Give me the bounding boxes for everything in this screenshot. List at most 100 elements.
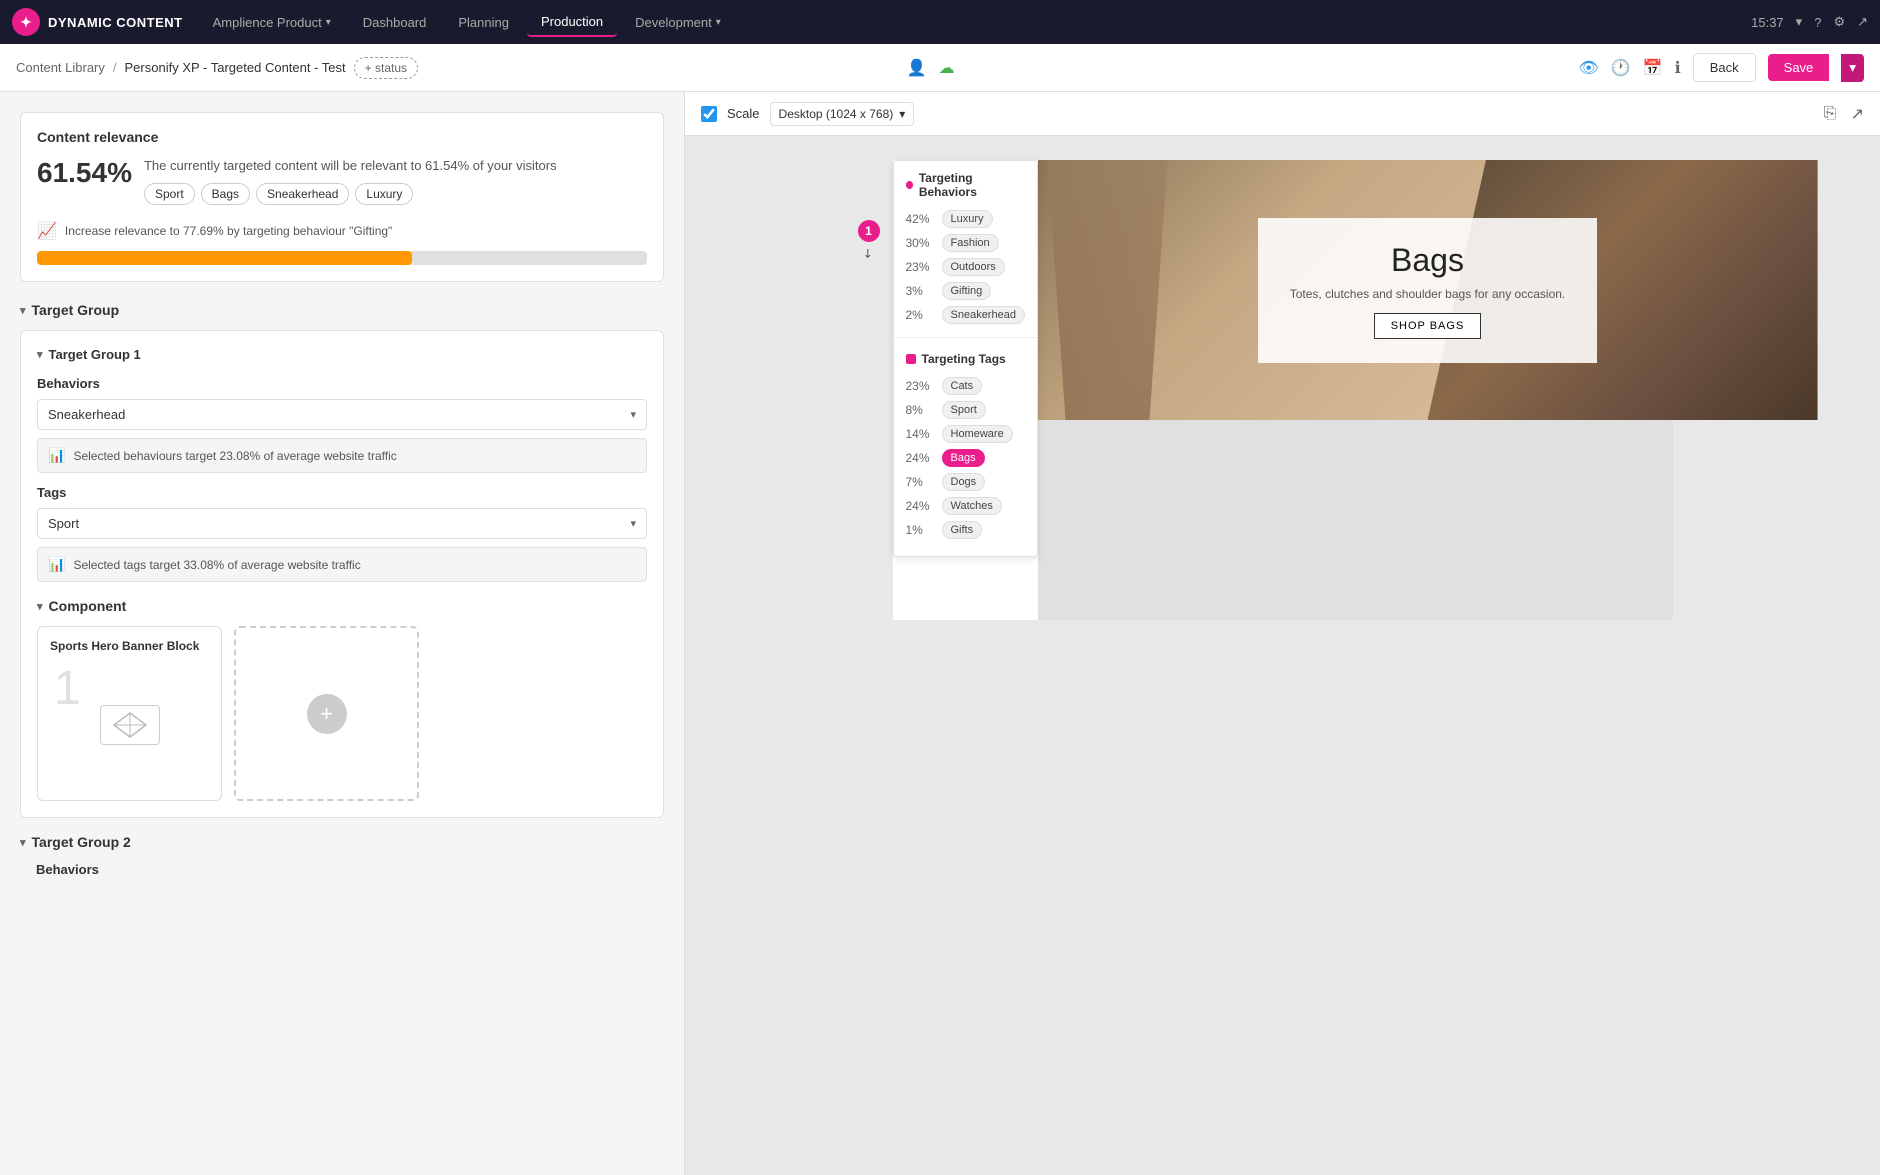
tag-row-sport: 8% Sport (906, 398, 1025, 422)
behaviors-select[interactable]: Sneakerhead ▾ (37, 399, 647, 430)
nav-development[interactable]: Development ▾ (621, 9, 735, 36)
content-relevance-card: Content relevance 61.54% The currently t… (20, 112, 664, 282)
main-layout: Content relevance 61.54% The currently t… (0, 92, 1880, 1175)
logo-area[interactable]: ✦ DYNAMIC CONTENT (12, 8, 183, 36)
target-group-1-header[interactable]: ▾ Target Group 1 (37, 347, 647, 362)
tag-sneakerhead[interactable]: Sneakerhead (256, 183, 349, 205)
target-group-2-header[interactable]: ▾ Target Group 2 (20, 834, 664, 850)
widget-divider (894, 337, 1037, 338)
target-group-2-section: ▾ Target Group 2 Behaviors (20, 834, 664, 877)
targeting-widget-panel: Targeting Behaviors 42% Luxury 30% Fashi… (893, 160, 1038, 557)
tag-bags[interactable]: Bags (201, 183, 250, 205)
component-card-sports-hero[interactable]: Sports Hero Banner Block 1 (37, 626, 222, 801)
save-button[interactable]: Save (1768, 54, 1830, 81)
nav-planning[interactable]: Planning (444, 9, 523, 36)
chevron-down-icon[interactable]: ▾ (620, 510, 646, 537)
tag-cats[interactable]: Cats (942, 377, 983, 395)
target-group-2-behaviors-label: Behaviors (20, 862, 664, 877)
add-component-card[interactable]: + (234, 626, 419, 801)
targeting-tags-title: Targeting Tags (906, 352, 1025, 366)
back-button[interactable]: Back (1693, 53, 1756, 82)
hero-content-box: Bags Totes, clutches and shoulder bags f… (1258, 218, 1598, 363)
nav-dashboard[interactable]: Dashboard (349, 9, 441, 36)
top-navigation: ✦ DYNAMIC CONTENT Amplience Product ▾ Da… (0, 0, 1880, 44)
improve-suggestion-row: 📈 Increase relevance to 77.69% by target… (37, 221, 647, 241)
tag-row-dogs: 7% Dogs (906, 470, 1025, 494)
relevance-tags: Sport Bags Sneakerhead Luxury (144, 183, 557, 205)
tags-info-box: 📊 Selected tags target 33.08% of average… (37, 547, 647, 582)
tag-homeware[interactable]: Homeware (942, 425, 1013, 443)
tag-dogs[interactable]: Dogs (942, 473, 986, 491)
relevance-description: The currently targeted content will be r… (144, 157, 557, 175)
logout-icon[interactable]: ↗ (1857, 14, 1868, 30)
tag-row-bags: 24% Bags (906, 446, 1025, 470)
chevron-down-icon: ▾ (716, 17, 721, 28)
save-dropdown-button[interactable]: ▾ (1841, 54, 1864, 82)
component-card-body: 1 (50, 661, 209, 788)
component-card-title: Sports Hero Banner Block (50, 639, 209, 653)
breadcrumb-bar: Content Library / Personify XP - Targete… (0, 44, 1880, 92)
status-badge[interactable]: + status (354, 57, 418, 79)
tag-sport[interactable]: Sport (942, 401, 986, 419)
nav-production[interactable]: Production (527, 8, 617, 37)
trending-icon: 📊 (48, 447, 65, 464)
tag-bags-active[interactable]: Bags (942, 449, 985, 467)
cloud-upload-icon[interactable]: ☁ (939, 58, 955, 78)
user-icon[interactable]: 👤 (907, 58, 927, 78)
hero-title: Bags (1290, 242, 1566, 279)
preview-area: 1 ↘ Targeting Behaviors 42% (685, 136, 1880, 1175)
plus-icon: + (307, 694, 347, 734)
copy-icon[interactable]: ⎘ (1824, 105, 1837, 123)
target-group-label: Target Group (32, 302, 120, 318)
badge-area: 1 ↘ (858, 220, 880, 260)
component-label: Component (49, 598, 127, 614)
preview-content-container: Targeting Behaviors 42% Luxury 30% Fashi… (893, 160, 1673, 620)
left-panel: Content relevance 61.54% The currently t… (0, 92, 685, 1175)
relevance-percent: 61.54% (37, 157, 132, 189)
behaviors-info-text: Selected behaviours target 23.08% of ave… (73, 449, 396, 463)
preview-gray-section (1038, 420, 1673, 620)
breadcrumb-separator: / (113, 60, 117, 75)
calendar-icon[interactable]: 📅 (1643, 58, 1663, 78)
help-icon[interactable]: ? (1814, 15, 1821, 30)
progress-bar-background (37, 251, 647, 265)
shop-bags-button[interactable]: SHOP BAGS (1374, 313, 1482, 339)
targeting-tags-section: Targeting Tags 23% Cats 8% Sport (894, 342, 1037, 548)
behavior-tag[interactable]: Outdoors (942, 258, 1005, 276)
preview-badge: 1 (858, 220, 880, 242)
history-icon[interactable]: 🕐 (1611, 58, 1631, 78)
dot-icon (906, 354, 916, 364)
chevron-down-icon[interactable]: ▾ (620, 401, 646, 428)
behaviors-label: Behaviors (37, 376, 647, 391)
tag-sport[interactable]: Sport (144, 183, 195, 205)
behavior-tag[interactable]: Sneakerhead (942, 306, 1025, 324)
targeting-behaviors-title: Targeting Behaviors (906, 171, 1025, 199)
settings-icon[interactable]: ⚙ (1833, 14, 1845, 30)
eye-icon[interactable]: 👁 (1579, 58, 1599, 78)
info-icon[interactable]: ℹ (1675, 58, 1681, 78)
behavior-row-outdoors: 23% Outdoors (906, 255, 1025, 279)
behavior-tag[interactable]: Fashion (942, 234, 999, 252)
tag-row-watches: 24% Watches (906, 494, 1025, 518)
tag-row-gifts: 1% Gifts (906, 518, 1025, 542)
behaviors-info-box: 📊 Selected behaviours target 23.08% of a… (37, 438, 647, 473)
tag-gifts[interactable]: Gifts (942, 521, 983, 539)
arrow-icon: ↘ (860, 244, 877, 261)
scale-checkbox[interactable] (701, 106, 717, 122)
target-group-section-header[interactable]: ▾ Target Group (20, 302, 664, 318)
tags-select[interactable]: Sport ▾ (37, 508, 647, 539)
tag-row-cats: 23% Cats (906, 374, 1025, 398)
component-icon-box (100, 705, 160, 745)
nav-amplience-product[interactable]: Amplience Product ▾ (199, 9, 345, 36)
behavior-tag[interactable]: Gifting (942, 282, 992, 300)
device-select[interactable]: Desktop (1024 x 768) ▾ (770, 102, 915, 126)
behaviors-select-value: Sneakerhead (38, 400, 620, 429)
external-link-icon[interactable]: ↗ (1851, 104, 1864, 124)
tag-luxury[interactable]: Luxury (355, 183, 413, 205)
behavior-tag[interactable]: Luxury (942, 210, 993, 228)
tag-watches[interactable]: Watches (942, 497, 1002, 515)
behavior-row-gifting: 3% Gifting (906, 279, 1025, 303)
trending-icon: 📊 (48, 556, 65, 573)
breadcrumb-library[interactable]: Content Library (16, 60, 105, 75)
component-section-header[interactable]: ▾ Component (37, 598, 647, 614)
